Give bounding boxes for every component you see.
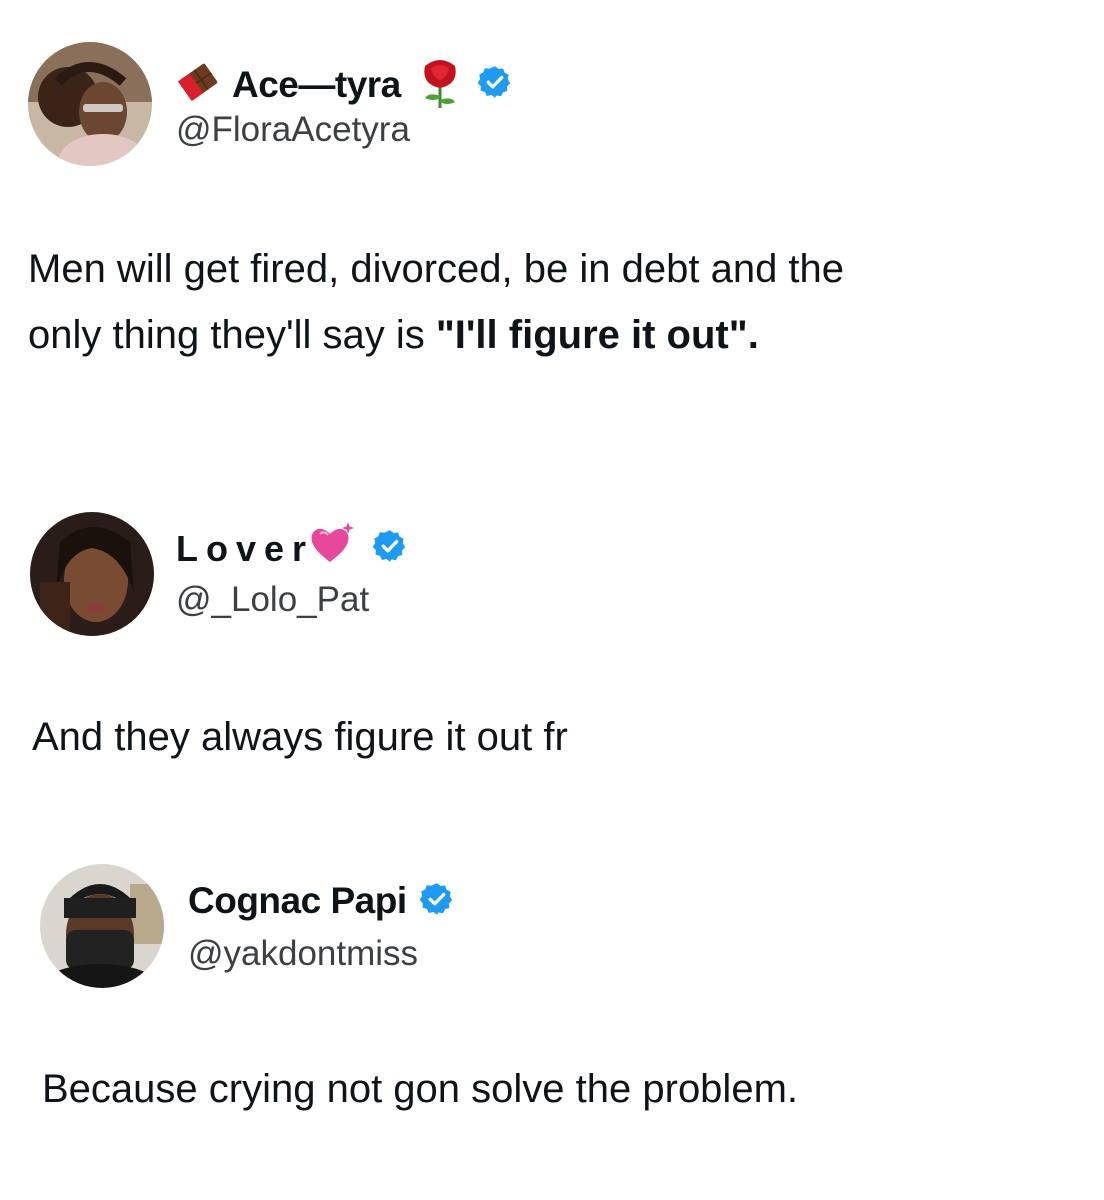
tweet-text-plain: only thing they'll say is: [28, 313, 436, 357]
author-display-name: Ace—tyra: [232, 63, 401, 105]
avatar[interactable]: [30, 512, 154, 636]
author-handle[interactable]: @_Lolo_Pat: [176, 580, 369, 620]
author-display-name: Cognac Papi: [188, 880, 407, 921]
avatar[interactable]: [28, 42, 152, 166]
chocolate-bar-icon: [176, 62, 220, 107]
tweet-text-bold: "I'll figure it out".: [435, 313, 759, 357]
avatar[interactable]: [40, 864, 164, 988]
tweet-text: Men will get fired, divorced, be in debt…: [28, 236, 844, 368]
author-name-row[interactable]: Cognac Papi: [188, 880, 455, 922]
rose-icon: [415, 56, 465, 113]
verified-badge-icon: [477, 64, 513, 105]
author-handle[interactable]: @FloraAcetyra: [176, 110, 410, 150]
verified-badge-icon: [419, 881, 455, 922]
author-handle[interactable]: @yakdontmiss: [188, 934, 418, 974]
sparkling-heart-icon: [308, 520, 356, 571]
tweet-text: And they always figure it out fr: [32, 715, 568, 759]
tweet-text-line: only thing they'll say is "I'll figure i…: [28, 302, 844, 368]
tweet-text-line: Men will get fired, divorced, be in debt…: [28, 247, 845, 291]
author-display-name: Lover: [176, 527, 315, 569]
author-name-row[interactable]: Ace—tyra: [176, 56, 513, 113]
verified-badge-icon: [372, 528, 408, 569]
author-name-row[interactable]: Lover: [176, 522, 408, 571]
tweet-text: Because crying not gon solve the problem…: [42, 1067, 798, 1111]
